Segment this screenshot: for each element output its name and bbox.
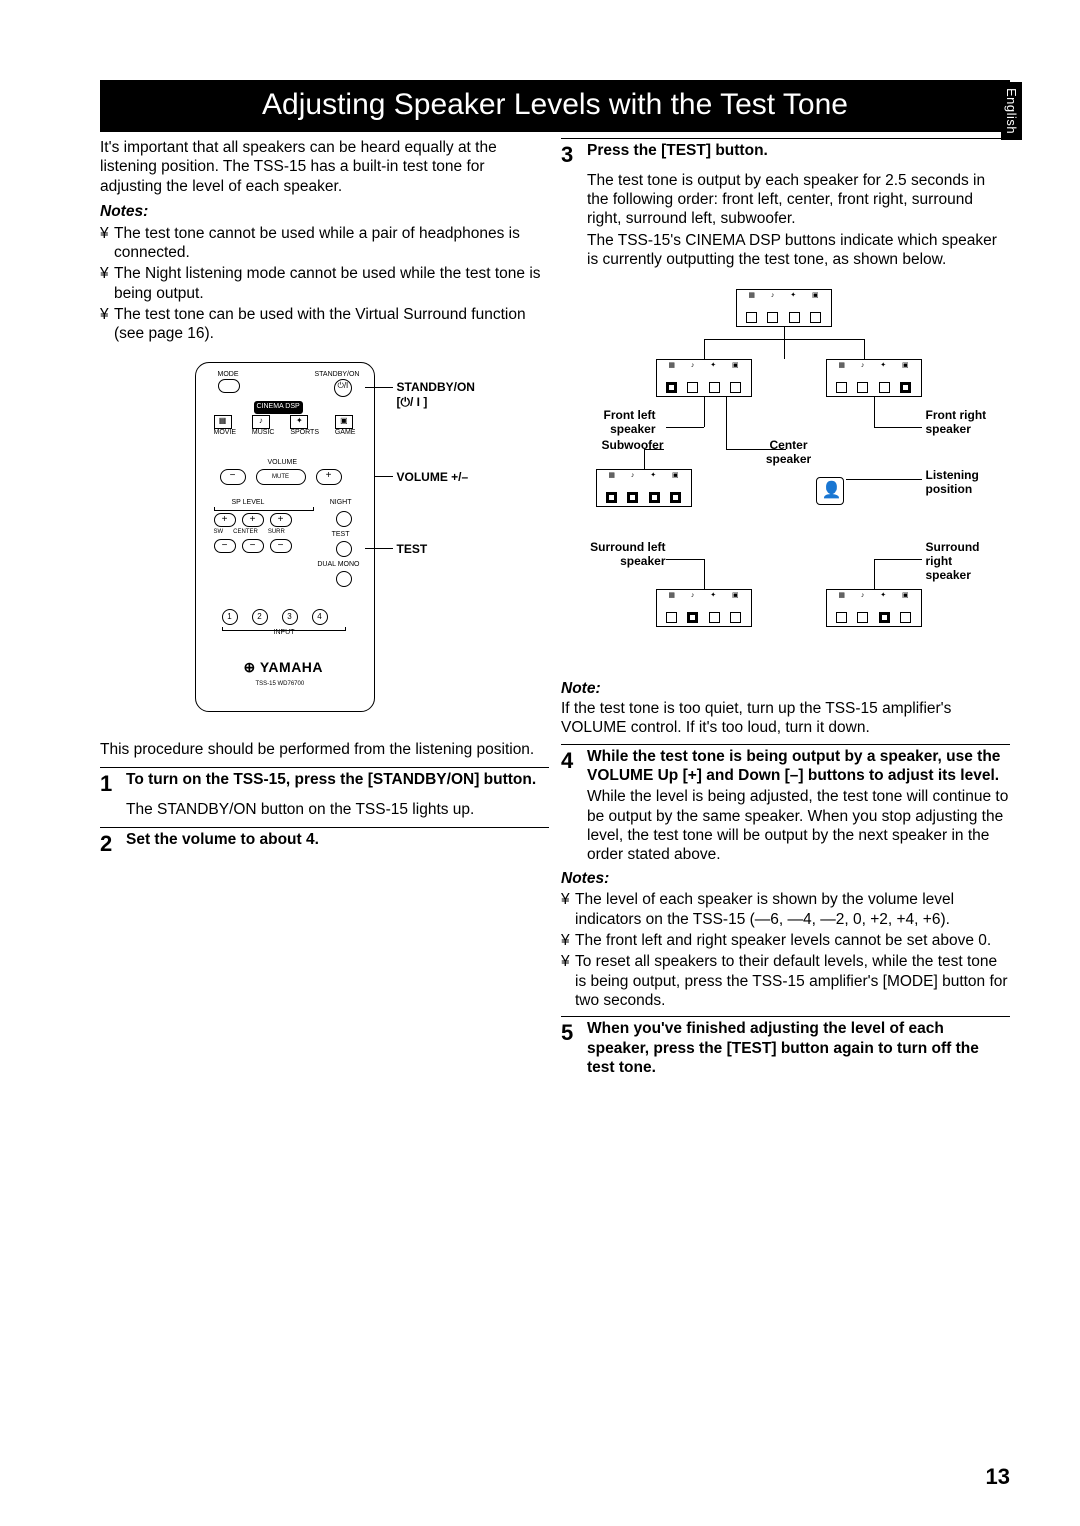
note-heading: Note:	[561, 679, 1010, 698]
label-dualmono: DUAL MONO	[317, 561, 359, 570]
mode-button	[218, 379, 240, 393]
cinema-dsp-label: CINEMA DSP	[254, 401, 303, 414]
step-body: The test tone is output by each speaker …	[561, 171, 1010, 229]
label-night: NIGHT	[330, 499, 352, 508]
test-button	[336, 541, 352, 557]
step-number: 3	[561, 141, 579, 169]
step-heading: To turn on the TSS-15, press the [STANDB…	[126, 770, 536, 789]
label-test: TEST	[332, 531, 350, 540]
label-front-right: Front right speaker	[926, 409, 996, 437]
speaker-layout-figure: ▦♪✦▣ ▦♪✦▣ ▦♪✦▣ ▦♪✦▣	[576, 289, 996, 669]
step-heading: When you've finished adjusting the level…	[587, 1019, 1010, 1077]
label-listening: Listening position	[926, 469, 996, 497]
procedure-intro: This procedure should be performed from …	[100, 740, 549, 759]
note-item: The test tone can be used with the Virtu…	[100, 305, 549, 344]
label-surr-left: Surround left speaker	[570, 541, 666, 569]
note-item: The Night listening mode cannot be used …	[100, 264, 549, 303]
mute-button: MUTE	[256, 469, 306, 485]
notes-heading: Notes:	[561, 869, 1010, 888]
standby-button: ⏻/I	[334, 379, 352, 397]
step-number: 1	[100, 770, 118, 798]
dualmono-button	[336, 571, 352, 587]
step-number: 5	[561, 1019, 579, 1047]
step-body: The TSS-15's CINEMA DSP buttons indicate…	[561, 231, 1010, 270]
remote-figure: MODE STANDBY/ON ⏻/I CINEMA DSP ▦MOVIE ♪M…	[165, 362, 485, 712]
label-subwoofer: Subwoofer	[594, 439, 664, 453]
notes-heading: Notes:	[100, 202, 549, 221]
callout-test: TEST	[397, 542, 428, 557]
label-model: TSS-15 WD76700	[256, 681, 305, 689]
step-number: 2	[100, 830, 118, 858]
step-number: 4	[561, 747, 579, 775]
callout-volume: VOLUME +/–	[397, 470, 469, 485]
step-heading: While the test tone is being output by a…	[587, 747, 1010, 786]
page-number: 13	[986, 1464, 1010, 1490]
language-tab: English	[1001, 82, 1022, 140]
note-item: The level of each speaker is shown by th…	[561, 890, 1010, 929]
step-body: The STANDBY/ON button on the TSS-15 ligh…	[100, 800, 549, 819]
note-body: If the test tone is too quiet, turn up t…	[561, 699, 1010, 738]
note-item: The test tone cannot be used while a pai…	[100, 224, 549, 263]
label-front-left: Front left speaker	[586, 409, 656, 437]
vol-up-button: +	[316, 469, 342, 485]
step-heading: Press the [TEST] button.	[587, 141, 768, 160]
vol-down-button: −	[220, 469, 246, 485]
night-button	[336, 511, 352, 527]
step-body: While the level is being adjusted, the t…	[561, 787, 1010, 865]
label-surr-right: Surround right speaker	[926, 541, 996, 582]
note-item: To reset all speakers to their default l…	[561, 952, 1010, 1010]
label-center: Center speaker	[754, 439, 824, 467]
note-item: The front left and right speaker levels …	[561, 931, 1010, 950]
listener-icon	[816, 477, 844, 505]
label-standby: STANDBY/ON	[315, 371, 360, 380]
page-title: Adjusting Speaker Levels with the Test T…	[100, 80, 1010, 132]
label-volume: VOLUME	[268, 459, 298, 468]
callout-standby: STANDBY/ON [⏻/ I ]	[397, 380, 485, 410]
step-heading: Set the volume to about 4.	[126, 830, 319, 849]
intro-text: It's important that all speakers can be …	[100, 138, 549, 196]
